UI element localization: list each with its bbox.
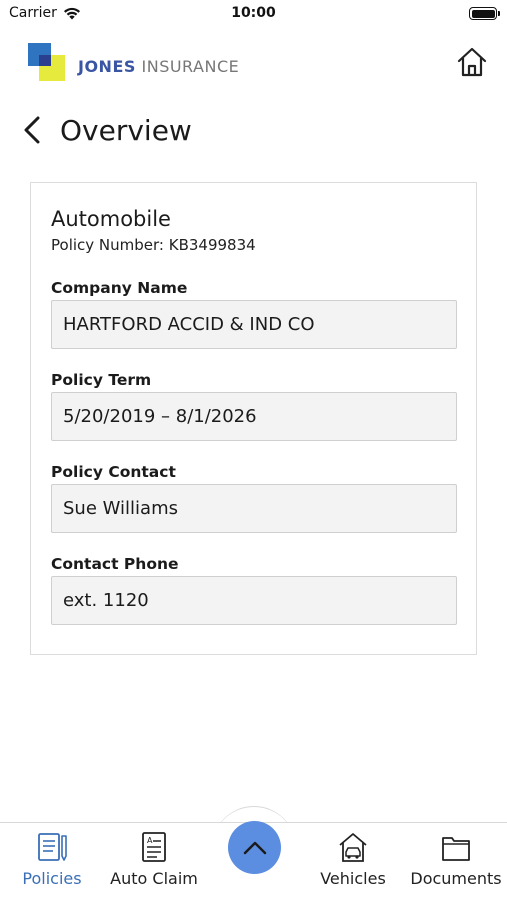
brand-name: JONES INSURANCE (78, 57, 239, 76)
home-icon (457, 47, 487, 77)
policy-number: Policy Number: KB3499834 (51, 236, 256, 254)
auto-claim-icon: A (142, 832, 166, 862)
nav-label-vehicles: Vehicles (320, 869, 386, 888)
contact-phone-field: ext. 1120 (51, 576, 457, 625)
back-button[interactable] (22, 112, 48, 148)
policy-contact-field: Sue Williams (51, 484, 457, 533)
nav-label-policies: Policies (22, 869, 82, 888)
chevron-left-icon (24, 116, 40, 144)
nav-item-documents[interactable]: Documents (408, 823, 504, 900)
home-button[interactable] (455, 45, 489, 79)
brand-part-1: JONES (78, 57, 136, 76)
nav-item-vehicles[interactable]: Vehicles (316, 823, 390, 900)
brand-part-2: INSURANCE (141, 57, 240, 76)
status-time: 10:00 (231, 5, 276, 21)
logo-icon (28, 43, 68, 81)
policy-term-field: 5/20/2019 – 8/1/2026 (51, 392, 457, 441)
page-title: Overview (60, 113, 192, 147)
contact-phone-label: Contact Phone (51, 555, 179, 573)
battery-icon (469, 7, 500, 20)
vehicles-icon (339, 833, 367, 862)
chevron-up-icon (243, 841, 266, 854)
policy-term-label: Policy Term (51, 371, 152, 389)
policy-type: Automobile (51, 207, 171, 231)
status-bar: Carrier 10:00 (0, 0, 507, 30)
app-header: JONES INSURANCE (0, 40, 507, 90)
nav-item-policies[interactable]: Policies (18, 823, 86, 900)
nav-label-auto-claim: Auto Claim (110, 869, 198, 888)
company-name-label: Company Name (51, 279, 188, 297)
svg-text:A: A (147, 836, 153, 845)
title-row: Overview (22, 110, 192, 150)
nav-item-auto-claim[interactable]: A Auto Claim (108, 823, 200, 900)
documents-icon (442, 837, 470, 861)
company-name-field: HARTFORD ACCID & IND CO (51, 300, 457, 349)
nav-label-documents: Documents (410, 869, 502, 888)
scroll-up-button[interactable] (228, 821, 281, 874)
policies-icon (38, 833, 67, 861)
policy-card: Automobile Policy Number: KB3499834 Comp… (30, 182, 477, 655)
policy-contact-label: Policy Contact (51, 463, 176, 481)
